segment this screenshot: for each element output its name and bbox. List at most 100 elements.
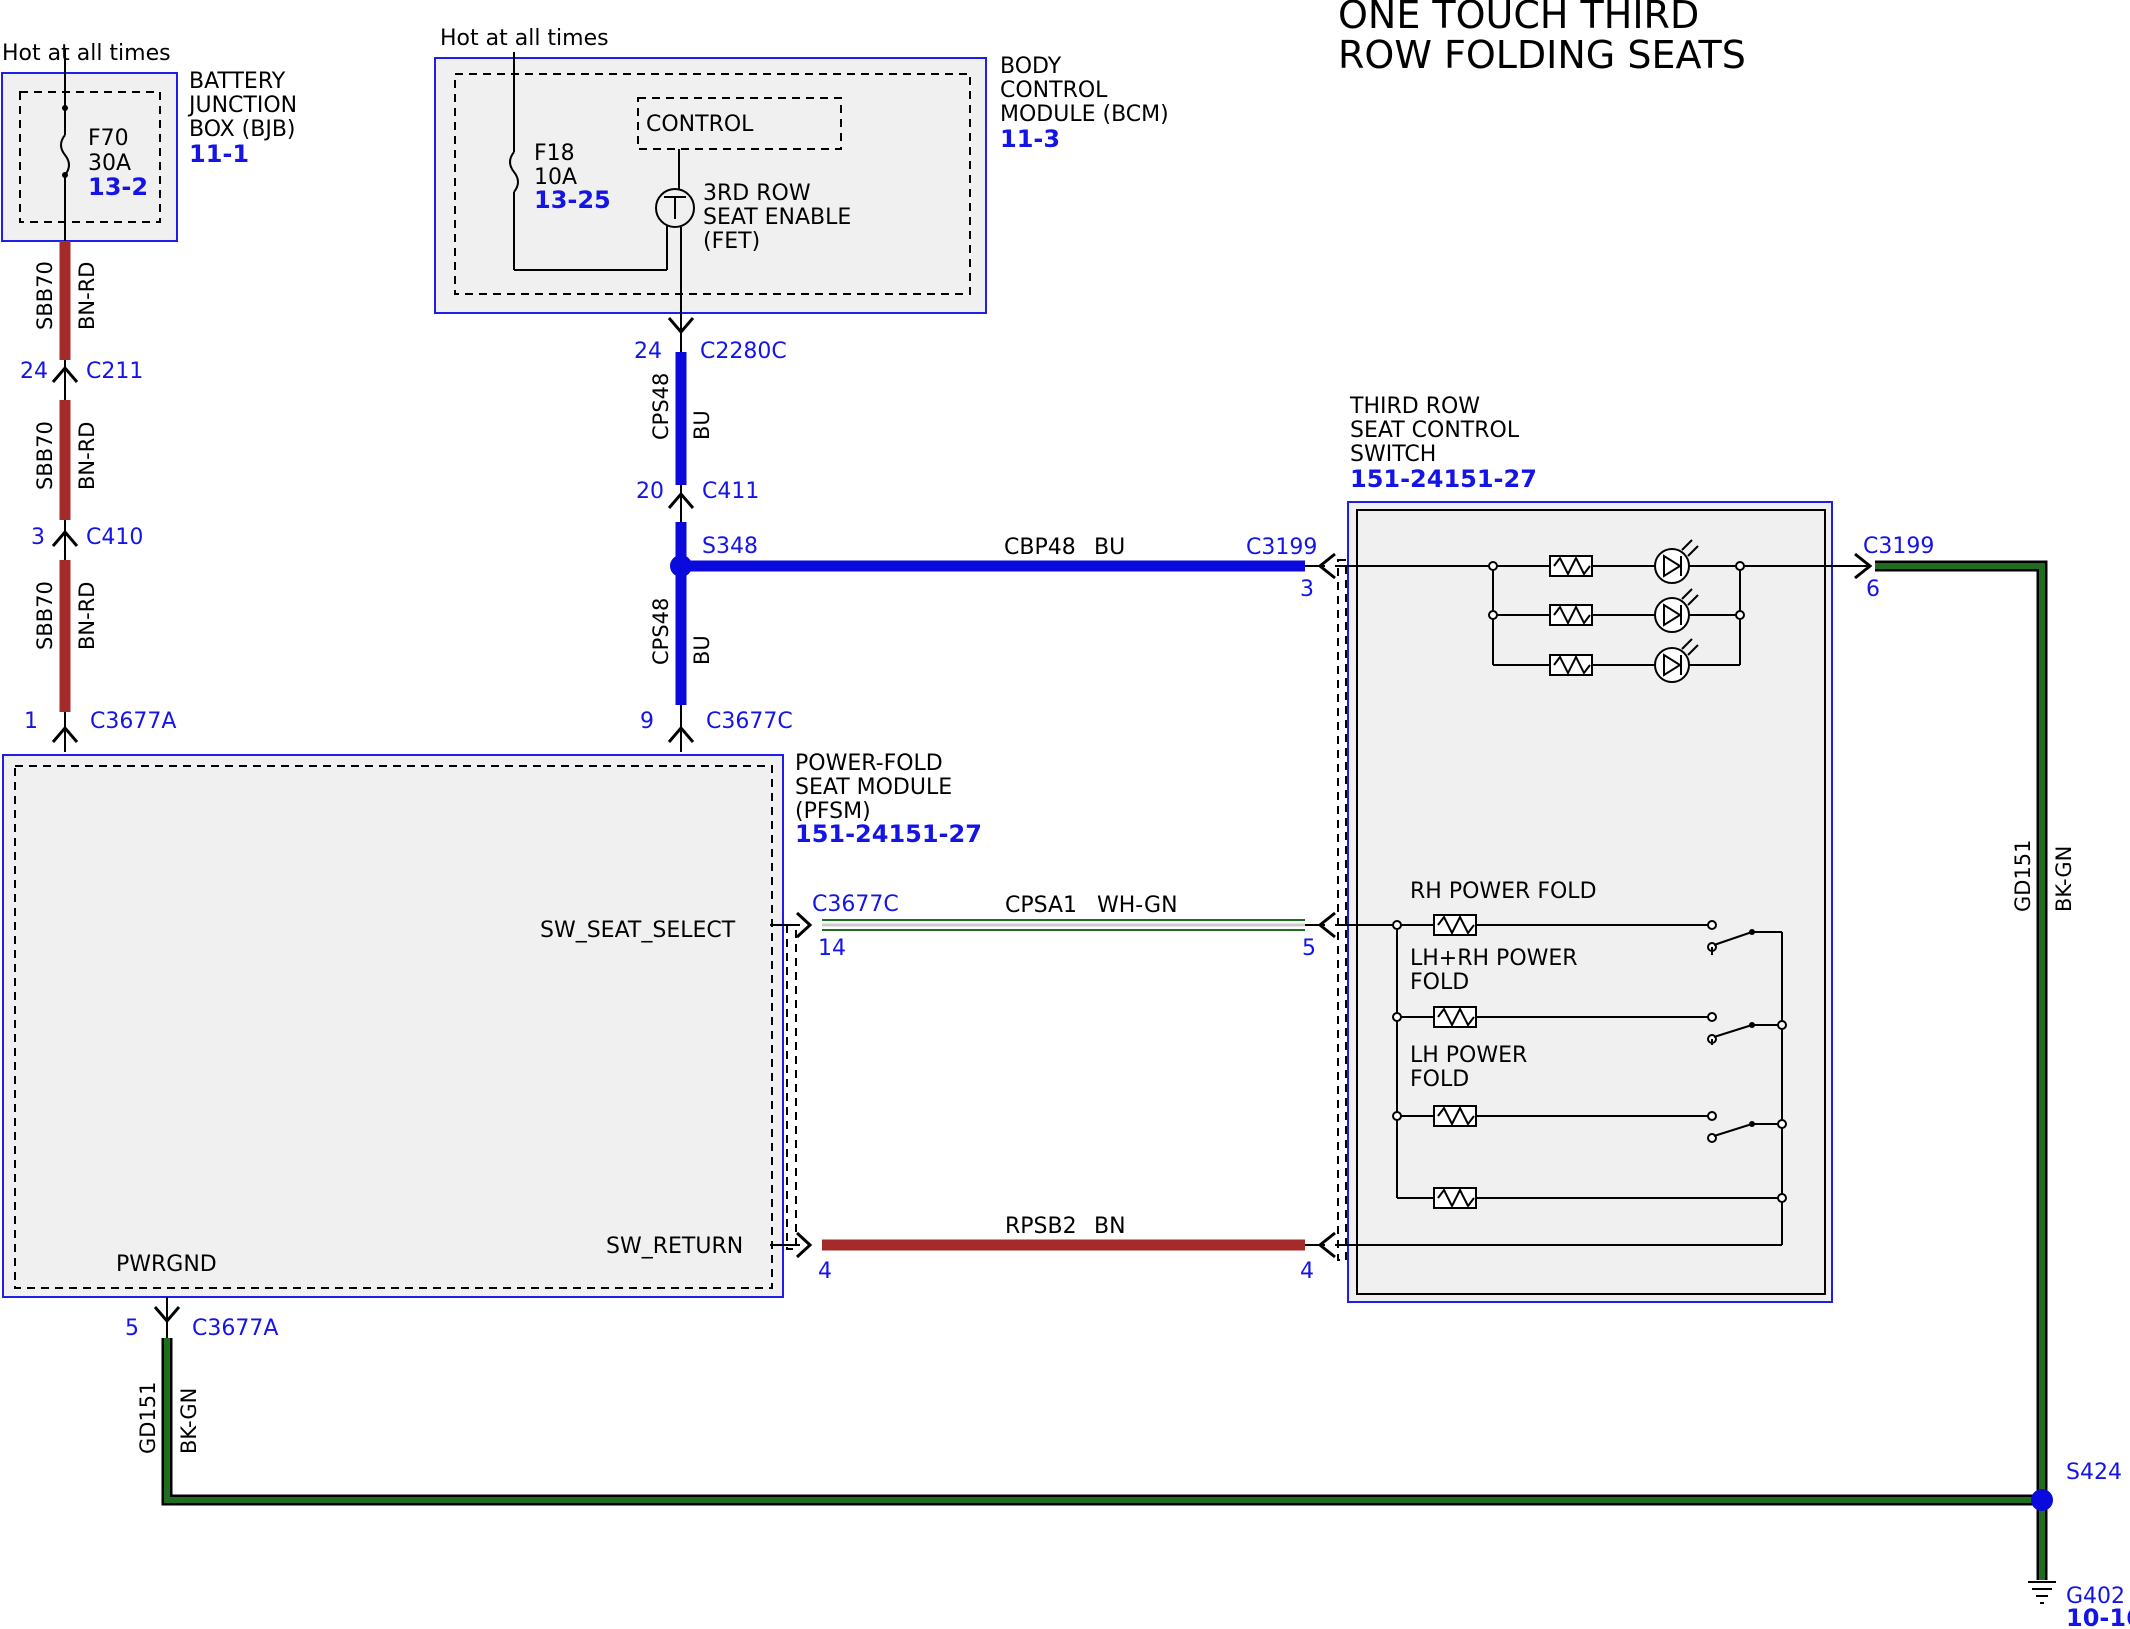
wire-rpsb2: 4 RPSB2 BN 4 <box>770 1214 1336 1284</box>
bjb-hot-label: Hot at all times <box>2 41 171 66</box>
cbp48-circuit: CBP48 <box>1004 535 1076 560</box>
cps48-circuit-2: CPS48 <box>649 598 673 665</box>
sbb70-color-1: BN-RD <box>75 262 99 330</box>
ground-g402-icon <box>2028 1581 2056 1604</box>
switch-name-3: SWITCH <box>1350 442 1436 467</box>
sbb70-circuit-2: SBB70 <box>33 421 57 490</box>
bjb-name-2: JUNCTION <box>187 93 297 118</box>
cpsa1-color: WH-GN <box>1097 893 1178 918</box>
cbp48-pin: 3 <box>1300 577 1314 602</box>
bcm-hot-label: Hot at all times <box>440 26 609 51</box>
cpsa1-conn[interactable]: C3677C <box>812 892 899 917</box>
cps48-color-1: BU <box>690 410 714 440</box>
gd151-right-pin: 6 <box>1866 577 1880 602</box>
cpsa1-circuit: CPSA1 <box>1005 893 1077 918</box>
bcm-name-1: BODY <box>1000 54 1062 79</box>
fuse-f18-ref[interactable]: 13-25 <box>534 186 611 214</box>
wire-cbp48: CBP48 BU C3199 3 <box>681 535 1336 602</box>
pfsm-name-2: SEAT MODULE <box>795 775 952 800</box>
ground-g402-ref[interactable]: 10-16 <box>2066 1604 2130 1629</box>
c3677c-label[interactable]: C3677C <box>706 709 793 734</box>
c211-label[interactable]: C211 <box>86 359 143 384</box>
body-control-module: Hot at all times CONTROL F18 10A 13-25 3… <box>434 26 1169 330</box>
pfsm-connector-c3677c-side <box>786 924 797 1250</box>
fet-label-2: SEAT ENABLE <box>703 205 851 230</box>
cps48-color-2: BU <box>690 635 714 665</box>
title-line-2: ROW FOLDING SEATS <box>1338 33 1746 77</box>
pfsm-pin-return: SW_RETURN <box>606 1234 743 1259</box>
bjb-name-3: BOX (BJB) <box>189 117 296 142</box>
resistor-icon <box>1433 1187 1477 1209</box>
connector-c3199-pin5-icon <box>1317 911 1336 939</box>
cbp48-conn[interactable]: C3199 <box>1246 535 1317 560</box>
gd151-left-pin: 5 <box>125 1316 139 1341</box>
rh-power-fold-label: RH POWER FOLD <box>1410 879 1597 904</box>
cbp48-color: BU <box>1094 535 1125 560</box>
resistor-icon <box>1549 604 1593 626</box>
switch-name-2: SEAT CONTROL <box>1350 418 1520 443</box>
lhrh-power-fold-label-1: LH+RH POWER <box>1410 946 1578 971</box>
splice-s424-label[interactable]: S424 <box>2066 1460 2122 1485</box>
sbb70-circuit-1: SBB70 <box>33 261 57 330</box>
bjb-ref[interactable]: 11-1 <box>189 140 249 168</box>
splice-s348-label[interactable]: S348 <box>702 534 758 559</box>
splice-s424-icon <box>2031 1489 2053 1511</box>
bcm-control-label: CONTROL <box>646 112 754 137</box>
fet-label-3: (FET) <box>703 229 760 254</box>
lh-power-fold-label-2: FOLD <box>1410 1067 1469 1092</box>
fet-label-1: 3RD ROW <box>703 181 811 206</box>
pfsm-ref[interactable]: 151-24151-27 <box>795 820 982 848</box>
third-row-seat-control-switch: THIRD ROW SEAT CONTROL SWITCH 151-24151-… <box>1335 394 1860 1303</box>
c3677a-label[interactable]: C3677A <box>90 709 176 734</box>
rpsb2-circuit: RPSB2 <box>1005 1214 1077 1239</box>
rpsb2-pin-right: 4 <box>1300 1259 1314 1284</box>
wiring-diagram: ONE TOUCH THIRD ROW FOLDING SEATS Hot at… <box>1 0 2130 1629</box>
rpsb2-color: BN <box>1094 1214 1126 1239</box>
title-line-1: ONE TOUCH THIRD <box>1338 0 1699 37</box>
gd151-right-conn[interactable]: C3199 <box>1863 534 1934 559</box>
c411-pin: 20 <box>636 479 664 504</box>
bcm-ref[interactable]: 11-3 <box>1000 125 1060 153</box>
fuse-f70-name: F70 <box>88 126 129 151</box>
c2280c-label[interactable]: C2280C <box>700 339 787 364</box>
sbb70-color-2: BN-RD <box>75 422 99 490</box>
resistor-icon <box>1549 555 1593 577</box>
gd151-left-conn[interactable]: C3677A <box>192 1316 278 1341</box>
resistor-icon <box>1549 654 1593 676</box>
c211-pin: 24 <box>20 359 48 384</box>
gd151-color-left: BK-GN <box>177 1388 201 1454</box>
c411-label[interactable]: C411 <box>702 479 759 504</box>
c3677c-pin: 9 <box>640 709 654 734</box>
rpsb2-pin-left: 4 <box>818 1259 832 1284</box>
sbb70-circuit-3: SBB70 <box>33 581 57 650</box>
diagram-title: ONE TOUCH THIRD ROW FOLDING SEATS <box>1338 0 1746 77</box>
c2280c-pin: 24 <box>634 339 662 364</box>
battery-junction-box: Hot at all times F70 30A 13-2 BATTERY JU… <box>1 41 297 245</box>
wire-cps48: CPS48 BU CPS48 BU 24 C2280C 20 C411 S348… <box>634 317 793 752</box>
sbb70-color-3: BN-RD <box>75 582 99 650</box>
fuse-f70-ref[interactable]: 13-2 <box>88 173 148 201</box>
c410-label[interactable]: C410 <box>86 525 143 550</box>
power-fold-seat-module: POWER-FOLD SEAT MODULE (PFSM) 151-24151-… <box>2 751 982 1298</box>
cps48-circuit-1: CPS48 <box>649 373 673 440</box>
pfsm-pin-pwrgnd: PWRGND <box>116 1252 217 1277</box>
switch-ref[interactable]: 151-24151-27 <box>1350 465 1537 493</box>
c410-pin: 3 <box>31 525 45 550</box>
bcm-name-2: CONTROL <box>1000 78 1108 103</box>
gd151-circuit-left: GD151 <box>136 1381 160 1454</box>
gd151-color-right: BK-GN <box>2052 846 2076 912</box>
resistor-icon <box>1433 1006 1477 1028</box>
lh-power-fold-label-1: LH POWER <box>1410 1043 1527 1068</box>
fuse-f18-name: F18 <box>534 141 575 166</box>
bjb-name-1: BATTERY <box>189 69 286 94</box>
wire-sbb70: SBB70 BN-RD SBB70 BN-RD SBB70 BN-RD 24 C… <box>20 241 176 752</box>
lhrh-power-fold-label-2: FOLD <box>1410 970 1469 995</box>
gd151-circuit-right: GD151 <box>2011 839 2035 912</box>
connector-c3199-pin4-icon <box>1317 1231 1336 1259</box>
pfsm-box <box>2 754 784 1298</box>
resistor-icon <box>1433 1105 1477 1127</box>
cpsa1-pin-left: 14 <box>818 936 846 961</box>
wire-cpsa1: C3677C 14 CPSA1 WH-GN 5 <box>770 892 1336 961</box>
pfsm-pin-seat-select: SW_SEAT_SELECT <box>540 918 736 943</box>
switch-name-1: THIRD ROW <box>1349 394 1480 419</box>
